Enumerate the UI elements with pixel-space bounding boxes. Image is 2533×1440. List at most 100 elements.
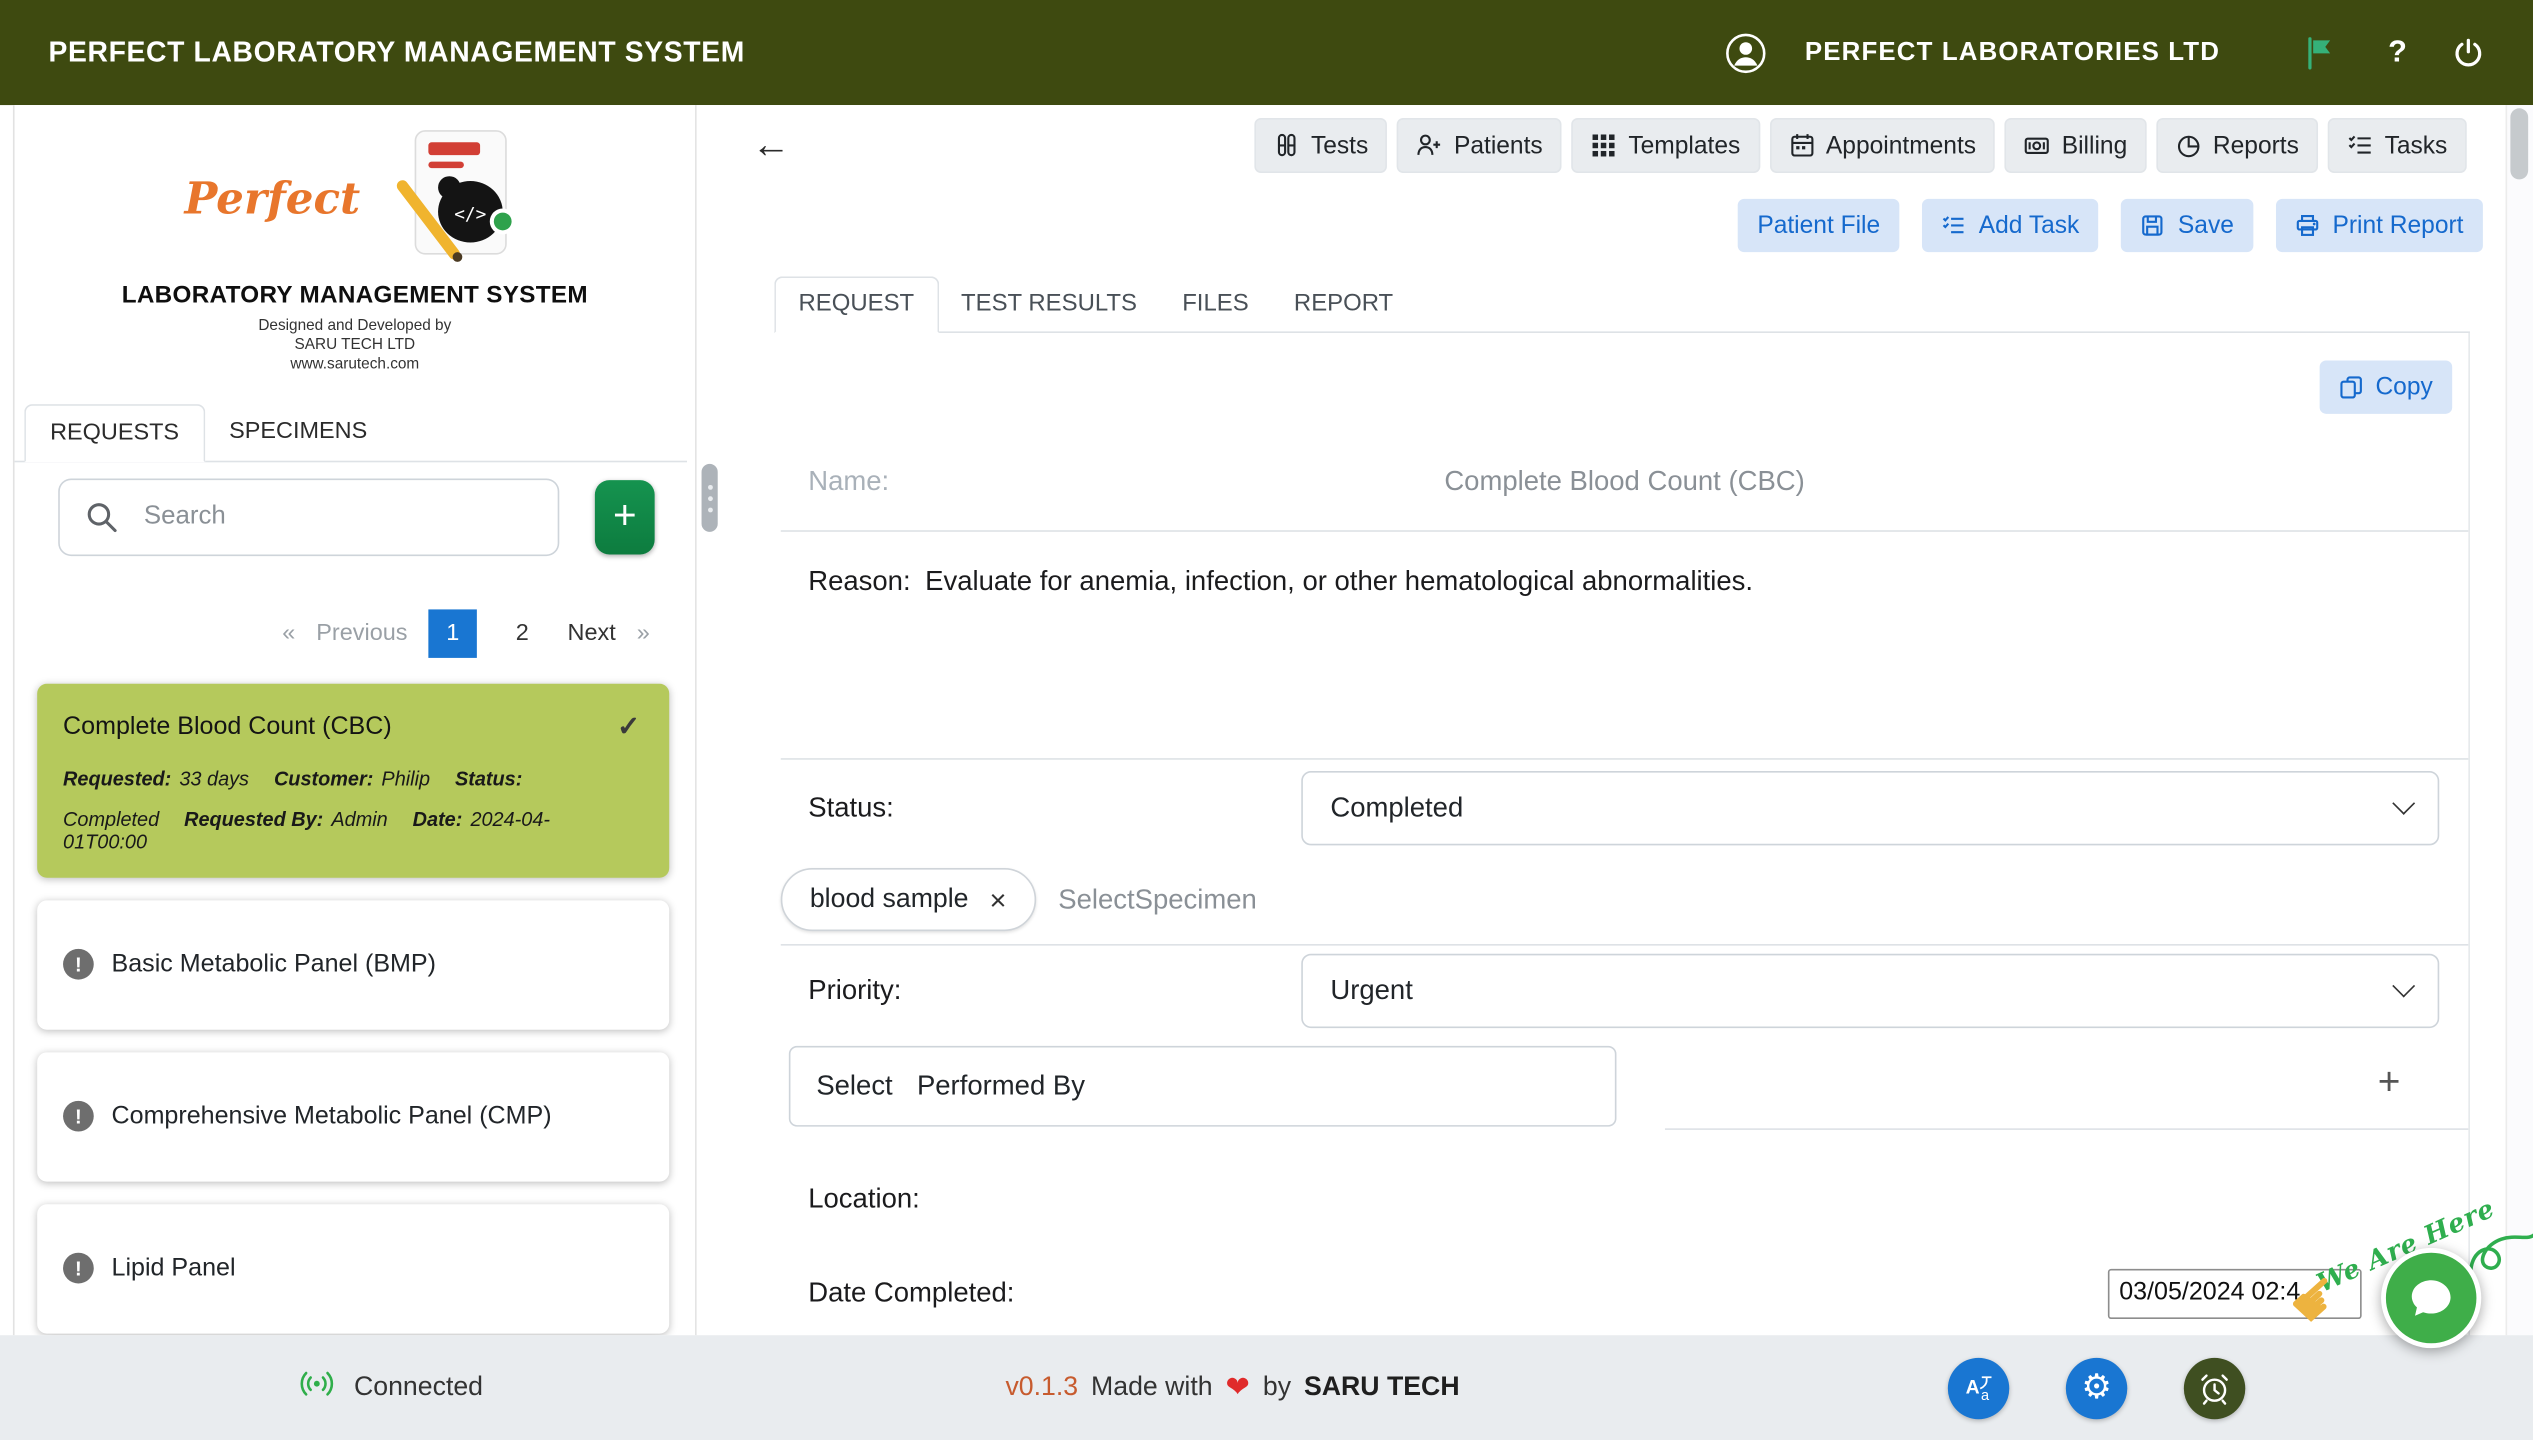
request-title: Basic Metabolic Panel (BMP) xyxy=(112,950,436,979)
patient-file-button[interactable]: Patient File xyxy=(1738,199,1900,252)
reason-field[interactable]: Reason: Evaluate for anemia, infection, o… xyxy=(781,532,2469,760)
specimen-chip[interactable]: blood sample × xyxy=(781,868,1036,931)
nav-tasks-button[interactable]: Tasks xyxy=(2328,118,2467,173)
nav-reports-label: Reports xyxy=(2213,132,2299,159)
pagination-next[interactable]: Next xyxy=(568,620,616,646)
add-task-button[interactable]: Add Task xyxy=(1922,199,2099,252)
credit-line-2: SARU TECH LTD xyxy=(15,336,696,355)
nav-templates-button[interactable]: Templates xyxy=(1572,118,1760,173)
add-performer-icon[interactable]: + xyxy=(2378,1060,2401,1105)
add-request-button[interactable]: + xyxy=(595,479,655,553)
settings-button[interactable]: ⚙ xyxy=(2066,1357,2127,1418)
performed-by-row: Select Performed By + xyxy=(781,1036,2469,1139)
nav-appointments-button[interactable]: Appointments xyxy=(1769,118,1995,173)
svg-text:</>: </> xyxy=(454,204,486,225)
topbar: PERFECT LABORATORY MANAGEMENT SYSTEM PER… xyxy=(0,0,2533,105)
footer-brand: SARU TECH xyxy=(1304,1372,1460,1403)
patient-file-label: Patient File xyxy=(1757,212,1880,239)
request-card-selected[interactable]: Complete Blood Count (CBC) ✓ Requested:3… xyxy=(37,683,669,877)
connection-label: Connected xyxy=(354,1372,483,1403)
tab-specimens[interactable]: SPECIMENS xyxy=(205,404,392,461)
exclamation-icon: ! xyxy=(63,1253,94,1284)
brand-logo: </> xyxy=(376,128,525,272)
pagination-page-1[interactable]: 1 xyxy=(429,609,477,657)
name-row: Name: Complete Blood Count (CBC) xyxy=(781,433,2469,532)
performed-by-prefix: Select xyxy=(816,1070,892,1102)
sidebar: Perfect </> LABORA xyxy=(13,105,697,1335)
app-body: Perfect </> LABORA xyxy=(0,105,2533,1335)
request-detail: Copy Name: Complete Blood Count (CBC) Re… xyxy=(781,333,2470,1340)
chat-widget: We Are Here ☛ xyxy=(2287,1185,2533,1376)
app-title: PERFECT LABORATORY MANAGEMENT SYSTEM xyxy=(48,36,744,70)
svg-text:a: a xyxy=(1981,1387,1990,1403)
performed-by-select[interactable]: Select Performed By xyxy=(789,1046,1617,1127)
tab-files[interactable]: FILES xyxy=(1160,278,1272,331)
status-select[interactable]: Completed xyxy=(1301,770,2439,844)
request-card-lipid[interactable]: ! Lipid Panel xyxy=(37,1204,669,1333)
help-icon[interactable]: ? xyxy=(2388,35,2407,71)
pagination-previous[interactable]: Previous xyxy=(316,620,407,646)
pagination-next-arrow[interactable]: » xyxy=(637,620,650,646)
status-row: Status: Completed xyxy=(781,760,2469,855)
save-button[interactable]: Save xyxy=(2121,199,2253,252)
priority-select[interactable]: Urgent xyxy=(1301,954,2439,1028)
search-input[interactable] xyxy=(58,478,559,556)
scrollbar-thumb[interactable] xyxy=(2510,108,2528,179)
priority-row: Priority: Urgent xyxy=(781,946,2469,1037)
add-task-label: Add Task xyxy=(1979,212,2080,239)
exclamation-icon: ! xyxy=(63,949,94,980)
credit-line-1: Designed and Developed by xyxy=(15,317,696,336)
name-value: Complete Blood Count (CBC) xyxy=(1444,466,1804,498)
connection-status: Connected xyxy=(299,1366,483,1410)
tab-test-results[interactable]: TEST RESULTS xyxy=(938,278,1159,331)
brand-credits: Designed and Developed by SARU TECH LTD … xyxy=(15,317,696,375)
pagination-prev-arrow[interactable]: « xyxy=(282,620,295,646)
vertical-scrollbar[interactable] xyxy=(2506,105,2533,1335)
performed-by-add-area: + xyxy=(1665,1036,2468,1130)
copy-button[interactable]: Copy xyxy=(2319,360,2452,413)
search-box xyxy=(58,478,559,556)
pagination: « Previous 1 2 Next » xyxy=(15,609,650,657)
user-avatar-icon[interactable] xyxy=(1724,32,1766,74)
nav-tests-label: Tests xyxy=(1311,132,1368,159)
translate-button[interactable]: Aa xyxy=(1948,1357,2009,1418)
tab-report[interactable]: REPORT xyxy=(1271,278,1416,331)
power-icon[interactable] xyxy=(2452,36,2484,68)
pagination-page-2[interactable]: 2 xyxy=(498,609,546,657)
request-card-bmp[interactable]: ! Basic Metabolic Panel (BMP) xyxy=(37,900,669,1029)
print-report-button[interactable]: Print Report xyxy=(2276,199,2483,252)
status-value: Completed xyxy=(1330,791,1463,823)
nav-reports-button[interactable]: Reports xyxy=(2156,118,2318,173)
nav-templates-label: Templates xyxy=(1628,132,1740,159)
nav-billing-button[interactable]: Billing xyxy=(2005,118,2146,173)
remove-specimen-icon[interactable]: × xyxy=(990,885,1007,914)
reason-value: Evaluate for anemia, infection, or other… xyxy=(925,566,1753,597)
flag-icon[interactable] xyxy=(2304,36,2336,68)
company-name: PERFECT LABORATORIES LTD xyxy=(1805,38,2220,67)
location-row: Location: xyxy=(781,1140,2469,1247)
nav-tests-button[interactable]: Tests xyxy=(1254,118,1387,173)
specimen-select-placeholder[interactable]: SelectSpecimen xyxy=(1058,883,1257,915)
gear-icon: ⚙ xyxy=(2081,1368,2111,1408)
back-arrow-icon[interactable]: ← xyxy=(752,126,791,165)
print-report-label: Print Report xyxy=(2332,212,2463,239)
version-label: v0.1.3 xyxy=(1005,1372,1078,1403)
svg-text:A: A xyxy=(1966,1376,1980,1398)
search-row: + xyxy=(58,478,695,556)
sidebar-resizer[interactable] xyxy=(697,105,724,1335)
search-icon xyxy=(86,500,118,540)
resizer-grip-icon[interactable] xyxy=(702,464,718,532)
request-card-cmp[interactable]: ! Comprehensive Metabolic Panel (CMP) xyxy=(37,1052,669,1181)
main-panel: ← Tests Patients Templates xyxy=(724,105,2505,1335)
date-completed-row: Date Completed: 03/05/2024 02:4 xyxy=(781,1246,2469,1340)
app-root: PERFECT LABORATORY MANAGEMENT SYSTEM PER… xyxy=(0,0,2533,1440)
nav-billing-label: Billing xyxy=(2062,132,2128,159)
nav-patients-button[interactable]: Patients xyxy=(1397,118,1562,173)
tab-request[interactable]: REQUEST xyxy=(774,276,938,333)
reason-label: Reason: xyxy=(808,566,910,597)
chat-bubble-button[interactable] xyxy=(2381,1248,2481,1348)
reminders-button[interactable] xyxy=(2184,1357,2245,1418)
request-title: Lipid Panel xyxy=(112,1254,236,1283)
tab-requests[interactable]: REQUESTS xyxy=(24,404,205,462)
request-title: Comprehensive Metabolic Panel (CMP) xyxy=(112,1102,552,1131)
